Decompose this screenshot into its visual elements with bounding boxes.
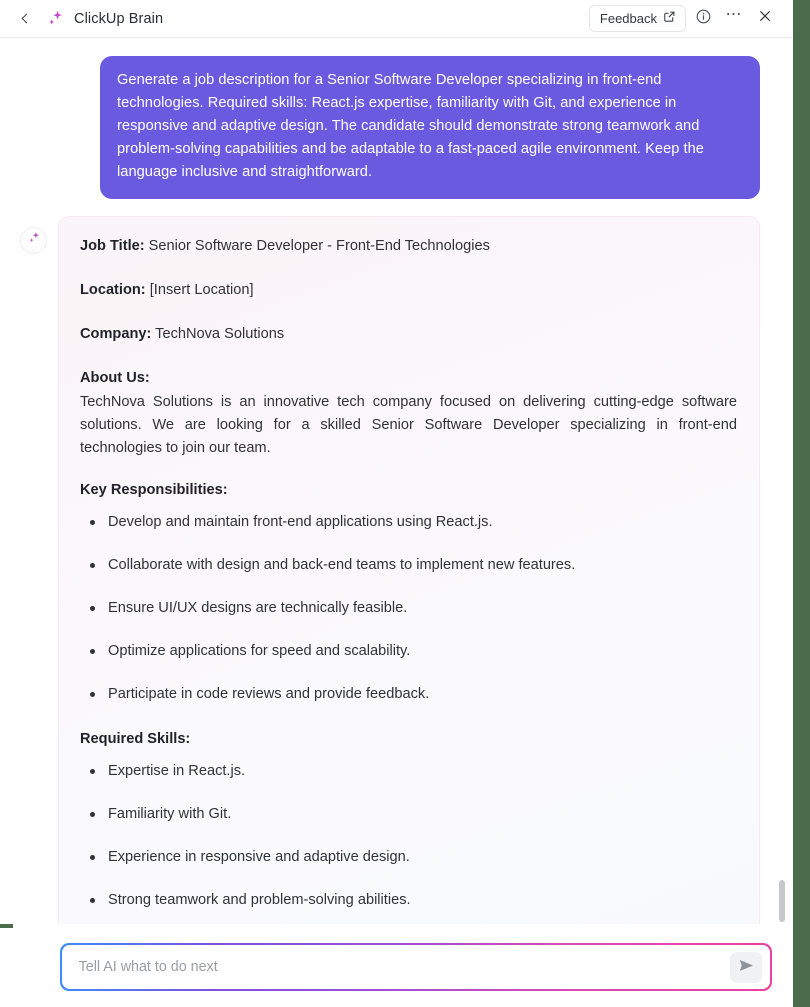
scrollbar-thumb[interactable] bbox=[779, 880, 785, 922]
page-title: ClickUp Brain bbox=[74, 10, 164, 27]
list-item: Collaborate with design and back-end tea… bbox=[80, 554, 737, 577]
list-item: Participate in code reviews and provide … bbox=[80, 683, 737, 706]
field-value: Senior Software Developer - Front-End Te… bbox=[148, 238, 490, 254]
response-content: Job Title: Senior Software Developer - F… bbox=[80, 235, 737, 924]
sparkle-ai-icon bbox=[26, 230, 42, 251]
sparkle-ai-icon bbox=[44, 8, 66, 30]
send-paper-plane-icon bbox=[738, 957, 755, 977]
section-required-skills: Required Skills: Expertise in React.js. … bbox=[80, 728, 737, 912]
chat-scrollbar[interactable] bbox=[778, 39, 793, 924]
composer-area bbox=[13, 924, 793, 1007]
list-item: Experience in responsive and adaptive de… bbox=[80, 846, 737, 869]
skills-list: Expertise in React.js. Familiarity with … bbox=[80, 760, 737, 912]
close-button[interactable] bbox=[751, 5, 779, 33]
field-job-title: Job Title: Senior Software Developer - F… bbox=[80, 235, 737, 258]
field-label: Company: bbox=[80, 326, 152, 342]
user-message-bubble: Generate a job description for a Senior … bbox=[100, 56, 760, 199]
list-item: Develop and maintain front-end applicati… bbox=[80, 511, 737, 534]
section-heading: About Us: bbox=[80, 370, 150, 386]
about-us-paragraph: TechNova Solutions is an innovative tech… bbox=[80, 394, 737, 456]
list-item: Strong teamwork and problem-solving abil… bbox=[80, 889, 737, 912]
chat-input[interactable] bbox=[78, 959, 731, 975]
list-item: Ensure UI/UX designs are technically fea… bbox=[80, 597, 737, 620]
field-value: [Insert Location] bbox=[149, 282, 254, 298]
chevron-left-icon bbox=[21, 13, 32, 24]
assistant-response-card: Job Title: Senior Software Developer - F… bbox=[58, 216, 760, 924]
field-label: Job Title: bbox=[80, 238, 145, 254]
panel-header: ClickUp Brain Feedback ⋯ bbox=[0, 0, 793, 38]
field-value: TechNova Solutions bbox=[155, 326, 285, 342]
header-actions: Feedback ⋯ bbox=[588, 5, 779, 33]
composer-field-wrapper bbox=[61, 944, 771, 990]
section-about-us: About Us: TechNova Solutions is an innov… bbox=[80, 367, 737, 460]
section-responsibilities: Key Responsibilities: Develop and mainta… bbox=[80, 479, 737, 706]
field-label: Location: bbox=[80, 282, 146, 298]
feedback-label: Feedback bbox=[599, 10, 657, 26]
info-button[interactable] bbox=[689, 5, 717, 33]
section-heading: Required Skills: bbox=[80, 731, 191, 747]
ellipsis-icon: ⋯ bbox=[725, 6, 743, 23]
close-icon bbox=[757, 8, 773, 29]
list-item: Expertise in React.js. bbox=[80, 760, 737, 783]
assistant-message-row: Job Title: Senior Software Developer - F… bbox=[0, 199, 778, 924]
field-location: Location: [Insert Location] bbox=[80, 279, 737, 302]
section-heading: Key Responsibilities: bbox=[80, 482, 228, 498]
list-item: Optimize applications for speed and scal… bbox=[80, 640, 737, 663]
external-link-icon bbox=[663, 10, 676, 26]
chat-scroll-region[interactable]: Generate a job description for a Senior … bbox=[0, 39, 778, 924]
user-message-row: Generate a job description for a Senior … bbox=[0, 39, 778, 199]
responsibilities-list: Develop and maintain front-end applicati… bbox=[80, 511, 737, 706]
desktop-backdrop-right-upper bbox=[793, 0, 810, 196]
avatar bbox=[20, 227, 47, 254]
feedback-button[interactable]: Feedback bbox=[588, 5, 686, 32]
field-company: Company: TechNova Solutions bbox=[80, 323, 737, 346]
back-button[interactable] bbox=[14, 8, 36, 30]
list-item: Familiarity with Git. bbox=[80, 803, 737, 826]
more-options-button[interactable]: ⋯ bbox=[720, 5, 748, 33]
desktop-backdrop-right-lower bbox=[793, 924, 810, 1007]
composer-gradient-border bbox=[60, 943, 772, 991]
send-button[interactable] bbox=[730, 951, 763, 983]
info-circle-icon bbox=[695, 8, 712, 30]
